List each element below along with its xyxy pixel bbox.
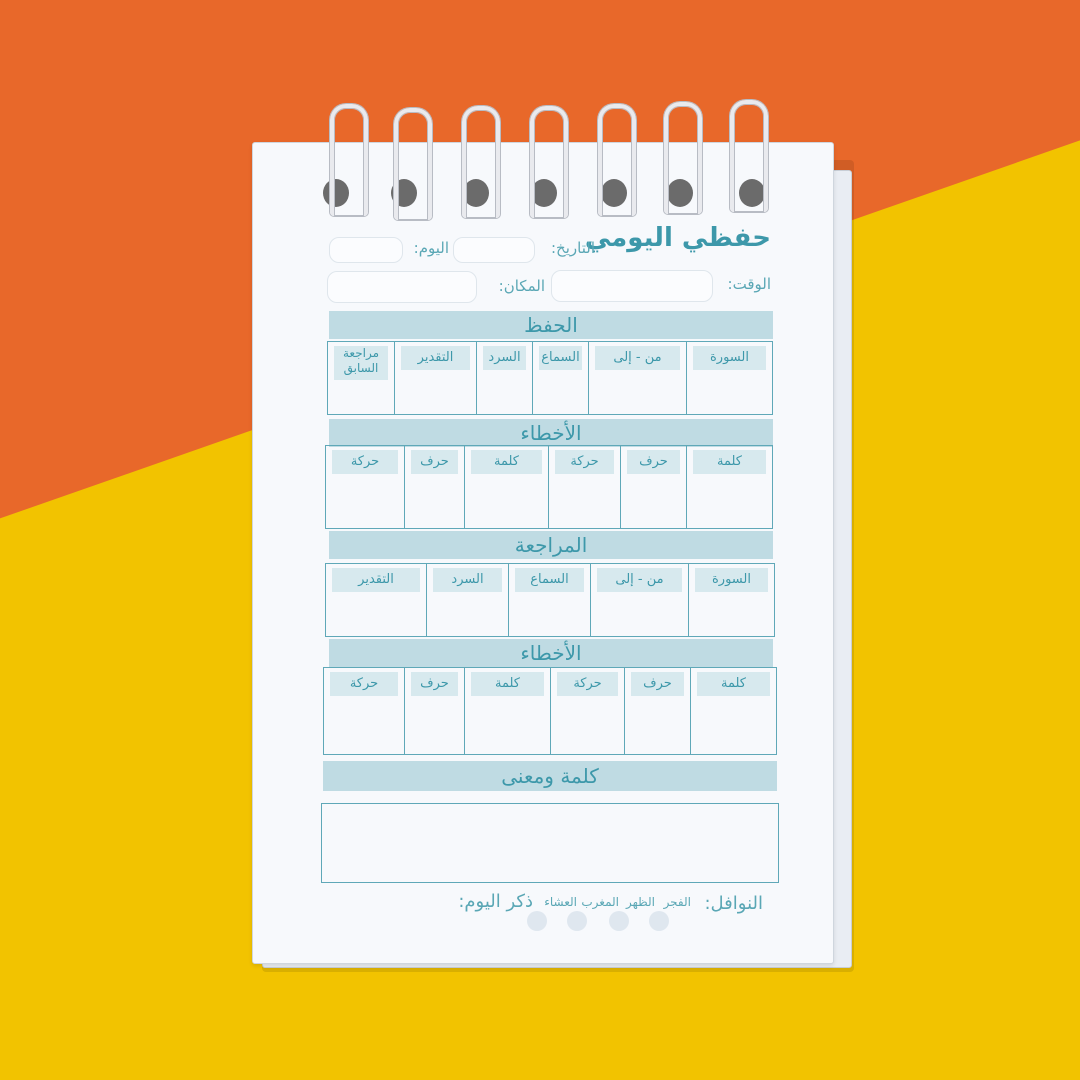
day-label: اليوم: (413, 239, 449, 257)
word-meaning-box[interactable] (321, 803, 779, 883)
table-cell[interactable]: حرف (404, 446, 464, 528)
column-header: التقدير (332, 568, 420, 592)
column-header: كلمة (471, 450, 542, 474)
mistakes-table: كلمة حرف حركة كلمة حرف حركة (323, 667, 777, 755)
prayer-checkbox[interactable] (567, 911, 587, 931)
column-header: مراجعة السابق (334, 346, 388, 380)
column-header: السورة (693, 346, 766, 370)
prayer-checkbox[interactable] (527, 911, 547, 931)
table-cell[interactable]: السماع (532, 342, 588, 414)
table-cell[interactable]: السورة (686, 342, 772, 414)
column-header: السرد (433, 568, 502, 592)
table-cell[interactable]: حرف (404, 668, 464, 754)
column-header: من - إلى (595, 346, 680, 370)
column-header: السماع (515, 568, 584, 592)
spiral-coil (664, 102, 702, 214)
day-field[interactable] (329, 237, 403, 263)
review-table: السورة من - إلى السماع السرد التقدير (325, 563, 775, 637)
notebook-page: حفظي اليومي التاريخ: اليوم: الوقت: المكا… (252, 142, 834, 964)
column-header: التقدير (401, 346, 470, 370)
column-header: حرف (627, 450, 680, 474)
column-header: حركة (555, 450, 614, 474)
spiral-coil (394, 108, 432, 220)
column-header: حرف (411, 672, 458, 696)
table-cell[interactable]: كلمة (690, 668, 776, 754)
table-cell[interactable]: السورة (688, 564, 774, 636)
table-cell[interactable]: حركة (548, 446, 620, 528)
spiral-coil (330, 104, 368, 216)
spiral-coil (530, 106, 568, 218)
prayer-checkbox[interactable] (649, 911, 669, 931)
table-cell[interactable]: حركة (326, 446, 404, 528)
column-header: السماع (539, 346, 582, 370)
mistakes-band: الأخطاء (329, 419, 773, 447)
table-cell[interactable]: كلمة (686, 446, 772, 528)
table-cell[interactable]: مراجعة السابق (328, 342, 394, 414)
column-header: كلمة (471, 672, 544, 696)
place-field[interactable] (327, 271, 477, 303)
memorization-band: الحفظ (329, 311, 773, 339)
column-header: من - إلى (597, 568, 682, 592)
column-header: حرف (631, 672, 684, 696)
table-cell[interactable]: التقدير (326, 564, 426, 636)
table-cell[interactable]: السرد (426, 564, 508, 636)
prayer-fajr: الفجر (663, 895, 691, 909)
column-header: كلمة (697, 672, 770, 696)
table-cell[interactable]: كلمة (464, 446, 548, 528)
spiral-coil (462, 106, 500, 218)
table-cell[interactable]: حركة (324, 668, 404, 754)
word-meaning-band: كلمة ومعنى (323, 761, 777, 791)
table-cell[interactable]: السماع (508, 564, 590, 636)
mistakes-band: الأخطاء (329, 639, 773, 667)
spiral-coil (598, 104, 636, 216)
page-title: حفظي اليومي (584, 223, 771, 253)
dhikr-label: ذكر اليوم: (458, 891, 533, 912)
table-cell[interactable]: حرف (620, 446, 686, 528)
table-cell[interactable]: حركة (550, 668, 624, 754)
table-cell[interactable]: من - إلى (588, 342, 686, 414)
prayer-dhuhr: الظهر (626, 895, 655, 909)
prayer-isha: العشاء (544, 895, 577, 909)
nawafil-label: النوافل: (704, 893, 763, 914)
column-header: حرف (411, 450, 458, 474)
column-header: حركة (332, 450, 398, 474)
column-header: حركة (330, 672, 398, 696)
column-header: السورة (695, 568, 768, 592)
prayer-maghrib: المغرب (581, 895, 619, 909)
spiral-coil (730, 100, 768, 212)
table-cell[interactable]: كلمة (464, 668, 550, 754)
review-band: المراجعة (329, 531, 773, 559)
column-header: السرد (483, 346, 526, 370)
table-cell[interactable]: حرف (624, 668, 690, 754)
table-cell[interactable]: التقدير (394, 342, 476, 414)
date-label: التاريخ: (551, 239, 595, 257)
table-cell[interactable]: من - إلى (590, 564, 688, 636)
memorization-table: السورة من - إلى السماع السرد التقدير مرا… (327, 341, 773, 415)
mistakes-table: كلمة حرف حركة كلمة حرف حركة (325, 445, 773, 529)
date-field[interactable] (453, 237, 535, 263)
time-field[interactable] (551, 270, 713, 302)
column-header: حركة (557, 672, 618, 696)
time-label: الوقت: (727, 275, 771, 293)
column-header: كلمة (693, 450, 766, 474)
prayer-checkbox[interactable] (609, 911, 629, 931)
place-label: المكان: (498, 277, 545, 295)
table-cell[interactable]: السرد (476, 342, 532, 414)
